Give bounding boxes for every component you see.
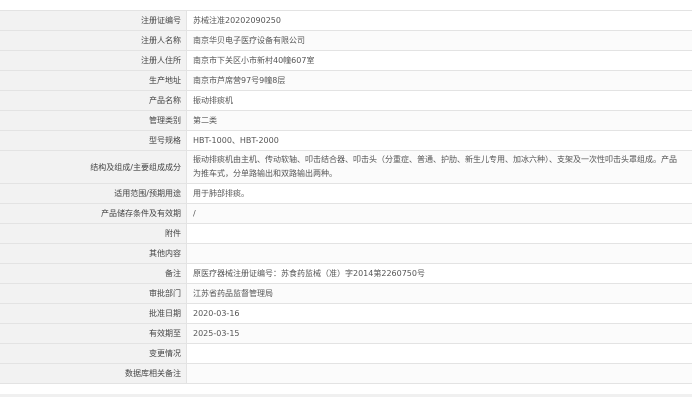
table-row: 附件 (0, 223, 692, 244)
table-row: 型号规格 HBT-1000、HBT-2000 (0, 130, 692, 151)
row-label: 审批部门 (0, 283, 187, 304)
row-value-text: 振动排痰机由主机、传动软轴、叩击结合器、叩击头（分重症、普通、护肋、新生儿专用、… (193, 155, 677, 178)
table-row: 产品名称 振动排痰机 (0, 90, 692, 111)
row-value: 原医疗器械注册证编号：苏食药监械（准）字2014第2260750号 (186, 263, 692, 284)
bottom-divider (0, 394, 692, 397)
row-value (186, 363, 692, 384)
table-row: 适用范围/预期用途 用于肺部排痰。 (0, 183, 692, 204)
row-label: 数据库相关备注 (0, 363, 187, 384)
row-value: 振动排痰机 (186, 90, 692, 111)
row-value (186, 243, 692, 264)
table-row: 注册人名称 南京华贝电子医疗设备有限公司 (0, 30, 692, 51)
row-label: 注册人住所 (0, 50, 187, 71)
row-value: 南京市芦席营97号9幢8层 (186, 70, 692, 91)
row-label: 产品名称 (0, 90, 187, 111)
registration-detail-table: 注册证编号 苏械注准20202090250 注册人名称 南京华贝电子医疗设备有限… (0, 10, 692, 384)
row-label: 批准日期 (0, 303, 187, 324)
row-value: 苏械注准20202090250 (186, 10, 692, 31)
table-row: 变更情况 (0, 343, 692, 364)
row-value: 2025-03-15 (186, 323, 692, 344)
row-label: 结构及组成/主要组成成分 (0, 150, 187, 184)
row-value: HBT-1000、HBT-2000 (186, 130, 692, 151)
row-label: 有效期至 (0, 323, 187, 344)
row-value (186, 343, 692, 364)
row-label: 注册证编号 (0, 10, 187, 31)
row-label: 适用范围/预期用途 (0, 183, 187, 204)
row-label: 附件 (0, 223, 187, 244)
row-value: 南京市下关区小市新村40幢607室 (186, 50, 692, 71)
table-row: 审批部门 江苏省药品监督管理局 (0, 283, 692, 304)
row-value (186, 223, 692, 244)
row-value: 2020-03-16 (186, 303, 692, 324)
row-label: 管理类别 (0, 110, 187, 131)
registration-detail-page: 注册证编号 苏械注准20202090250 注册人名称 南京华贝电子医疗设备有限… (0, 0, 692, 406)
row-label: 其他内容 (0, 243, 187, 264)
row-label: 型号规格 (0, 130, 187, 151)
table-row: 批准日期 2020-03-16 (0, 303, 692, 324)
row-value: / (186, 203, 692, 224)
table-row: 产品储存条件及有效期 / (0, 203, 692, 224)
row-value: 用于肺部排痰。 (186, 183, 692, 204)
row-value: 振动排痰机由主机、传动软轴、叩击结合器、叩击头（分重症、普通、护肋、新生儿专用、… (186, 150, 692, 184)
table-row: 注册证编号 苏械注准20202090250 (0, 10, 692, 31)
row-label: 生产地址 (0, 70, 187, 91)
row-value: 江苏省药品监督管理局 (186, 283, 692, 304)
table-row: 结构及组成/主要组成成分 振动排痰机由主机、传动软轴、叩击结合器、叩击头（分重症… (0, 150, 692, 184)
row-label: 注册人名称 (0, 30, 187, 51)
table-row: 管理类别 第二类 (0, 110, 692, 131)
row-value: 南京华贝电子医疗设备有限公司 (186, 30, 692, 51)
table-row: 生产地址 南京市芦席营97号9幢8层 (0, 70, 692, 91)
row-label: 产品储存条件及有效期 (0, 203, 187, 224)
table-row: 其他内容 (0, 243, 692, 264)
row-value: 第二类 (186, 110, 692, 131)
table-row: 注册人住所 南京市下关区小市新村40幢607室 (0, 50, 692, 71)
table-row: 备注 原医疗器械注册证编号：苏食药监械（准）字2014第2260750号 (0, 263, 692, 284)
row-label: 备注 (0, 263, 187, 284)
row-label: 变更情况 (0, 343, 187, 364)
table-row: 有效期至 2025-03-15 (0, 323, 692, 344)
table-row: 数据库相关备注 (0, 363, 692, 384)
